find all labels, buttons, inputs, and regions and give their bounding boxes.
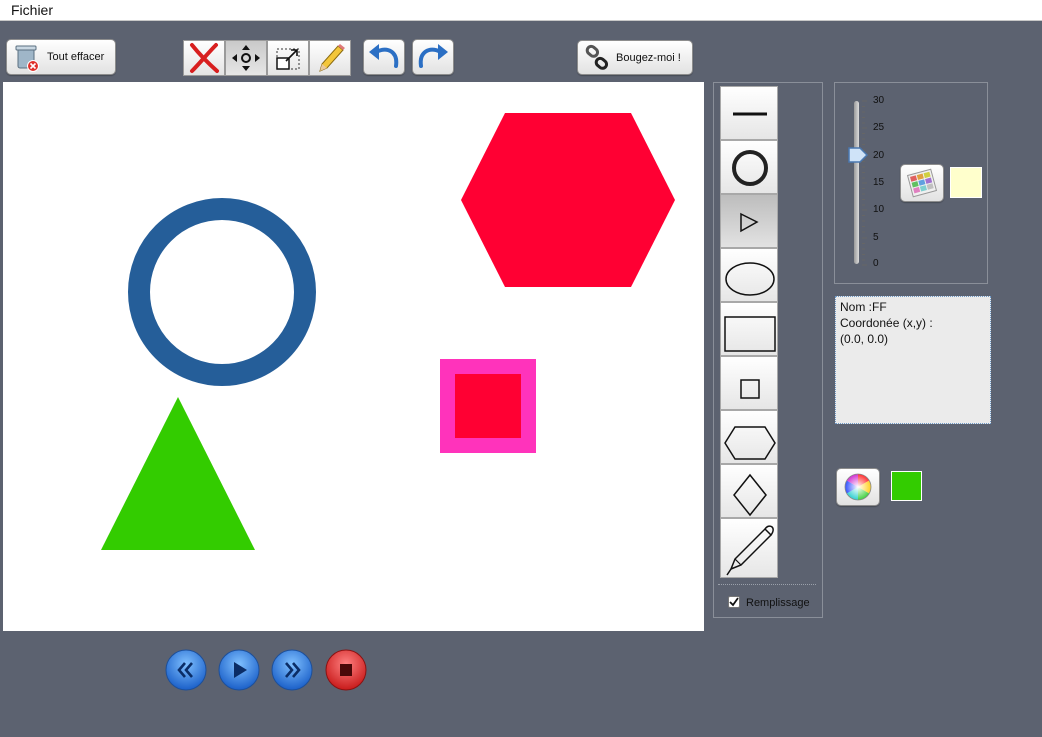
- pencil-icon: [319, 44, 345, 72]
- diamond-icon: [733, 473, 767, 517]
- hexagon-tool-button[interactable]: [720, 410, 778, 464]
- drawing-canvas[interactable]: [3, 82, 704, 631]
- menu-file[interactable]: Fichier: [11, 2, 53, 18]
- shape-info-box: Nom :FF Coordonée (x,y) : (0.0, 0.0): [835, 296, 991, 424]
- info-coord-label: Coordonée (x,y) :: [840, 316, 933, 330]
- menu-bar: Fichier: [0, 0, 1042, 21]
- undo-icon: [369, 44, 399, 68]
- triangle-icon: [740, 212, 759, 233]
- trash-icon: [15, 45, 39, 72]
- tick-label-25: 25: [873, 122, 885, 133]
- fast-forward-button[interactable]: [271, 649, 313, 691]
- color-swatches-icon: [906, 168, 938, 198]
- fill-label: Remplissage: [746, 597, 810, 609]
- move-tool-button[interactable]: [225, 40, 267, 76]
- stroke-color-swatch[interactable]: [950, 167, 982, 198]
- tick-label-20: 20: [873, 150, 885, 161]
- move-arrows-icon: [232, 45, 260, 71]
- triangle-tool-button[interactable]: [720, 194, 778, 248]
- resize-tool-button[interactable]: [267, 40, 309, 76]
- rectangle-icon: [724, 316, 776, 352]
- delete-x-icon: [190, 43, 219, 73]
- canvas-square[interactable]: [455, 374, 521, 438]
- fill-checkbox[interactable]: [728, 596, 740, 608]
- line-icon: [733, 112, 767, 116]
- delete-tool-button[interactable]: [183, 40, 225, 76]
- ellipse-tool-button[interactable]: [720, 248, 778, 302]
- tick-label-0: 0: [873, 258, 879, 269]
- pen-tool-button[interactable]: [720, 518, 778, 578]
- clear-all-label: Tout effacer: [47, 51, 105, 63]
- resize-icon: [276, 48, 300, 70]
- fill-color-swatch[interactable]: [891, 471, 922, 501]
- info-name: Nom :FF: [840, 300, 887, 314]
- clear-all-button[interactable]: Tout effacer: [6, 39, 116, 75]
- redo-icon: [418, 44, 448, 68]
- tick-label-5: 5: [873, 232, 879, 243]
- tick-marks: [862, 100, 867, 266]
- square-icon: [740, 379, 760, 399]
- fill-color-picker-button[interactable]: [836, 468, 880, 506]
- chain-link-icon: [585, 44, 609, 70]
- canvas-triangle[interactable]: [101, 397, 255, 550]
- tick-label-10: 10: [873, 204, 885, 215]
- diamond-tool-button[interactable]: [720, 464, 778, 518]
- canvas-hexagon[interactable]: [461, 113, 675, 287]
- circle-tool-button[interactable]: [720, 140, 778, 194]
- rectangle-tool-button[interactable]: [720, 302, 778, 356]
- tick-label-15: 15: [873, 177, 885, 188]
- stroke-color-picker-button[interactable]: [900, 164, 944, 202]
- stroke-slider-track[interactable]: [854, 101, 859, 264]
- canvas-circle-outline[interactable]: [128, 198, 316, 386]
- hexagon-icon: [724, 426, 776, 460]
- color-wheel-icon: [844, 473, 872, 501]
- move-me-label: Bougez-moi !: [616, 52, 681, 64]
- ellipse-icon: [725, 262, 775, 296]
- checkmark-icon: [729, 597, 739, 607]
- square-tool-button[interactable]: [720, 356, 778, 410]
- undo-button[interactable]: [363, 39, 405, 75]
- tick-label-30: 30: [873, 95, 885, 106]
- stroke-slider-thumb[interactable]: [847, 146, 869, 164]
- pencil-tool-button[interactable]: [309, 40, 351, 76]
- move-me-button[interactable]: Bougez-moi !: [577, 40, 693, 75]
- rewind-button[interactable]: [165, 649, 207, 691]
- redo-button[interactable]: [412, 39, 454, 75]
- play-button[interactable]: [218, 649, 260, 691]
- line-tool-button[interactable]: [720, 86, 778, 140]
- palette-divider: [718, 584, 816, 585]
- stop-button[interactable]: [325, 649, 367, 691]
- info-coord-value: (0.0, 0.0): [840, 332, 889, 346]
- circle-icon: [732, 150, 768, 186]
- pen-icon: [726, 525, 774, 576]
- stop-icon: [340, 664, 352, 676]
